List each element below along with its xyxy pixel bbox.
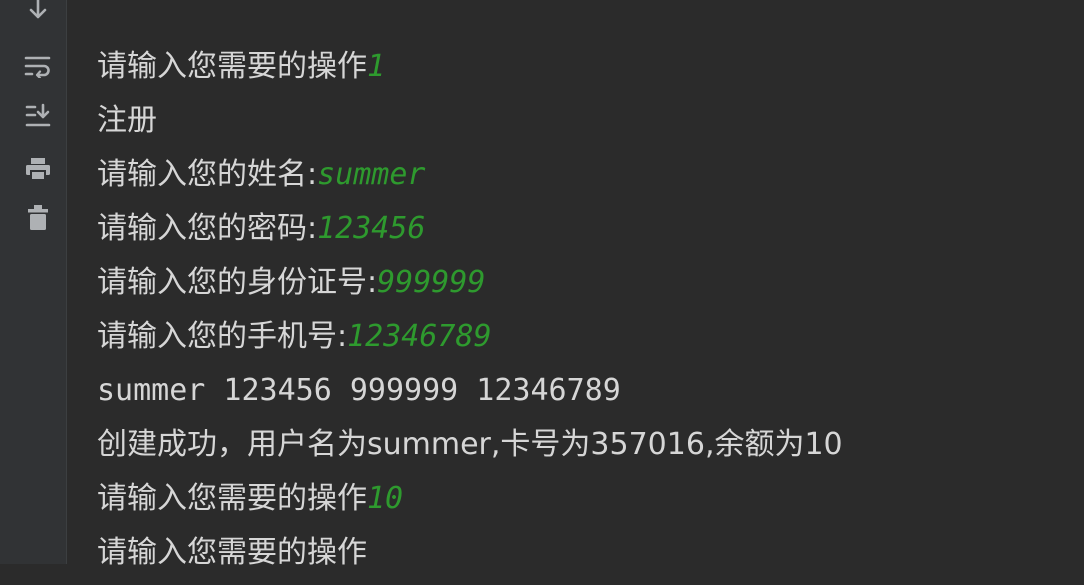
console-user-input: 10 — [367, 481, 403, 516]
console-line: 请输入您的手机号:12346789 — [97, 315, 1084, 369]
console-line: 请输入您的身份证号:999999 — [97, 261, 1084, 315]
console-line: 请输入您的密码:123456 — [97, 207, 1084, 261]
console-user-input: 1 — [367, 49, 385, 84]
console-line: summer 123456 999999 12346789 — [97, 369, 1084, 423]
console-line: 请输入您需要的操作 — [97, 531, 1084, 585]
console-line: 请输入您需要的操作10 — [97, 477, 1084, 531]
console-output-text: 注册 — [97, 103, 157, 138]
console-output-text: 请输入您的身份证号: — [97, 265, 377, 300]
print-icon[interactable] — [20, 151, 56, 187]
console-user-input: 12346789 — [347, 319, 492, 354]
soft-wrap-icon[interactable] — [20, 48, 56, 84]
console-output-text: 请输入您的密码: — [97, 211, 317, 246]
console-output-text: 创建成功，用户名为summer,卡号为357016,余额为10 — [97, 427, 843, 462]
console-output-text: 请输入您的姓名: — [97, 157, 317, 192]
console-user-input: 999999 — [377, 265, 485, 300]
console-output[interactable]: 请输入您需要的操作1注册请输入您的姓名:summer请输入您的密码:123456… — [97, 45, 1084, 564]
console-line: 注册 — [97, 99, 1084, 153]
console-line: 创建成功，用户名为summer,卡号为357016,余额为10 — [97, 423, 1084, 477]
console-output-text: summer 123456 999999 12346789 — [97, 373, 621, 408]
console-user-input: summer — [317, 157, 425, 192]
console-output-text: 请输入您需要的操作 — [97, 49, 367, 84]
console-user-input: 123456 — [317, 211, 425, 246]
console-toolbar — [0, 0, 67, 564]
scroll-to-end-icon[interactable] — [20, 98, 56, 134]
arrow-down-icon[interactable] — [20, 0, 56, 28]
console-output-text: 请输入您的手机号: — [97, 319, 347, 354]
trash-icon[interactable] — [20, 200, 56, 236]
console-output-text: 请输入您需要的操作 — [97, 535, 367, 570]
console-line: 请输入您需要的操作1 — [97, 45, 1084, 99]
console-line: 请输入您的姓名:summer — [97, 153, 1084, 207]
console-output-text: 请输入您需要的操作 — [97, 481, 367, 516]
